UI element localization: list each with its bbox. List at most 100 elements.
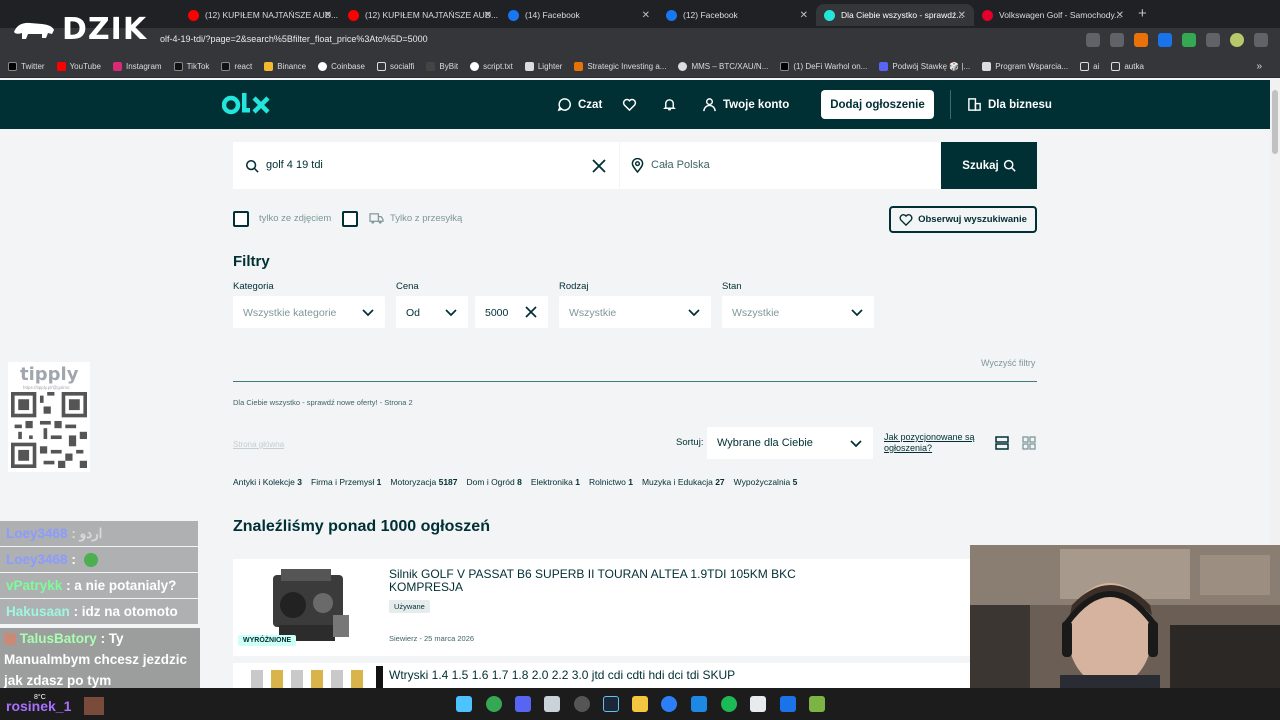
bookmark-item[interactable]: ByBit bbox=[426, 62, 458, 71]
notifications-button[interactable] bbox=[662, 80, 677, 129]
app-icon[interactable] bbox=[809, 696, 825, 712]
listing-card[interactable]: WYRÓŻNIONE Silnik GOLF V PASSAT B6 SUPER… bbox=[233, 559, 970, 656]
browser-tab[interactable]: Volkswagen Golf - Samochody... ✕ bbox=[974, 4, 1132, 26]
new-tab-button[interactable]: + bbox=[1138, 5, 1147, 22]
category-link[interactable]: Elektronika 1 bbox=[531, 477, 580, 487]
address-bar[interactable]: olf-4-19-tdi/?page=2&search%5Bfilter_flo… bbox=[0, 28, 1280, 56]
extension-icon[interactable] bbox=[1182, 33, 1196, 47]
nav-chat[interactable]: Czat bbox=[557, 80, 602, 129]
category-link[interactable]: Wypożyczalnia 5 bbox=[734, 477, 798, 487]
close-icon[interactable]: ✕ bbox=[958, 10, 966, 21]
category-select[interactable]: Wszystkie kategorie bbox=[233, 296, 385, 328]
category-link[interactable]: Muzyka i Edukacja 27 bbox=[642, 477, 725, 487]
prev-page-link[interactable]: Strona główna bbox=[233, 440, 284, 449]
category-link[interactable]: Dom i Ogród 8 bbox=[467, 477, 522, 487]
browser-tab[interactable]: (14) Facebook ✕ bbox=[500, 4, 658, 26]
browser-tab[interactable]: (12) KUPIŁEM NAJTAŃSZE AUD... ✕ bbox=[340, 4, 500, 26]
bookmark-item[interactable]: Lighter bbox=[524, 62, 562, 71]
bookmark-item[interactable]: Podwój Stawkę 🎲 |... bbox=[879, 62, 970, 71]
close-icon[interactable]: ✕ bbox=[642, 10, 650, 21]
bookmark-item[interactable]: MMS – BTC/XAU/N... bbox=[678, 62, 768, 71]
search-input[interactable]: golf 4 19 tdi bbox=[233, 142, 619, 189]
bookmark-item[interactable]: YouTube bbox=[56, 62, 101, 71]
bookmark-item[interactable]: Program Wsparcia... bbox=[982, 62, 1068, 71]
clear-search-icon[interactable] bbox=[592, 159, 606, 173]
location-pin-icon bbox=[631, 158, 644, 173]
app-icon[interactable] bbox=[661, 696, 677, 712]
puzzle-icon[interactable] bbox=[1206, 33, 1220, 47]
chat-badge-icon bbox=[4, 633, 16, 646]
extension-icon[interactable] bbox=[1134, 33, 1148, 47]
chrome-icon[interactable] bbox=[486, 696, 502, 712]
eye-off-icon[interactable] bbox=[1086, 33, 1100, 47]
bookmark-item[interactable]: TikTok bbox=[173, 62, 209, 71]
url-text[interactable]: olf-4-19-tdi/?page=2&search%5Bfilter_flo… bbox=[160, 34, 428, 44]
chevron-down-icon bbox=[688, 309, 700, 317]
clear-price-icon[interactable] bbox=[524, 305, 538, 319]
bookmark-item[interactable]: react bbox=[221, 62, 252, 71]
bookmark-folder[interactable]: ai bbox=[1080, 62, 1099, 71]
state-select[interactable]: Wszystkie bbox=[722, 296, 874, 328]
app-icon[interactable] bbox=[544, 696, 560, 712]
chevron-right-icon[interactable]: » bbox=[1256, 61, 1262, 72]
bookmark-item[interactable]: Strategic Investing a... bbox=[574, 62, 666, 71]
steam-icon[interactable] bbox=[603, 696, 619, 712]
browser-tab[interactable]: (12) KUPIŁEM NAJTAŃSZE AUD... ✕ bbox=[180, 4, 340, 26]
listing-photo[interactable] bbox=[241, 666, 383, 688]
category-link[interactable]: Antyki i Kolekcje 3 bbox=[233, 477, 302, 487]
bookmark-item[interactable]: Twitter bbox=[8, 62, 45, 71]
close-icon[interactable]: ✕ bbox=[800, 10, 808, 21]
bookmark-item[interactable]: script.txt bbox=[470, 62, 513, 71]
grid-view-icon[interactable] bbox=[1022, 436, 1036, 450]
close-icon[interactable]: ✕ bbox=[1116, 10, 1124, 21]
app-icon[interactable] bbox=[691, 696, 707, 712]
category-link[interactable]: Rolnictwo 1 bbox=[589, 477, 633, 487]
profile-avatar[interactable] bbox=[1230, 33, 1244, 47]
only-photo-checkbox[interactable] bbox=[233, 211, 249, 227]
listing-card[interactable]: Wtryski 1.4 1.5 1.6 1.7 1.8 2.0 2.2 3.0 … bbox=[233, 663, 970, 688]
app-icon[interactable] bbox=[750, 696, 766, 712]
category-link[interactable]: Firma i Przemysł 1 bbox=[311, 477, 381, 487]
globe-icon bbox=[678, 62, 688, 71]
clear-filters-link[interactable]: Wyczyść filtry bbox=[981, 358, 1035, 368]
listing-title[interactable]: Wtryski 1.4 1.5 1.6 1.7 1.8 2.0 2.2 3.0 … bbox=[389, 669, 809, 682]
bookmark-folder[interactable]: socialfi bbox=[376, 62, 414, 71]
account-button[interactable]: Twoje konto bbox=[702, 80, 789, 129]
bookmark-item[interactable]: Instagram bbox=[113, 62, 162, 71]
app-icon[interactable] bbox=[780, 696, 796, 712]
file-explorer-icon[interactable] bbox=[632, 696, 648, 712]
browser-tab-active[interactable]: Dla Ciebie wszystko - sprawdź... ✕ bbox=[816, 4, 974, 26]
how-positioned-link[interactable]: Jak pozycjonowane są ogłoszenia? bbox=[884, 432, 984, 454]
extension-icon[interactable] bbox=[1158, 33, 1172, 47]
browser-tab[interactable]: (12) Facebook ✕ bbox=[658, 4, 816, 26]
watch-search-button[interactable]: Obserwuj wyszukiwanie bbox=[889, 206, 1037, 233]
price-to-input[interactable]: 5000 bbox=[475, 296, 548, 328]
only-shipping-checkbox[interactable] bbox=[342, 211, 358, 227]
type-select[interactable]: Wszystkie bbox=[559, 296, 711, 328]
scrollbar-thumb[interactable] bbox=[1272, 90, 1278, 154]
close-icon[interactable]: ✕ bbox=[484, 10, 492, 21]
spotify-icon[interactable] bbox=[721, 696, 737, 712]
listing-title[interactable]: Silnik GOLF V PASSAT B6 SUPERB II TOURAN… bbox=[389, 568, 809, 594]
search-button[interactable]: Szukaj bbox=[941, 142, 1037, 189]
favorites-button[interactable] bbox=[622, 80, 637, 129]
olx-logo[interactable] bbox=[222, 91, 274, 119]
sort-select[interactable]: Wybrane dla Ciebie bbox=[707, 427, 873, 459]
discord-icon[interactable] bbox=[515, 696, 531, 712]
bookmark-folder[interactable]: autka bbox=[1111, 62, 1144, 71]
category-link[interactable]: Motoryzacja 5187 bbox=[390, 477, 457, 487]
windows-start-icon[interactable] bbox=[456, 696, 472, 712]
tiktok-icon bbox=[221, 62, 231, 71]
add-listing-button[interactable]: Dodaj ogłoszenie bbox=[821, 90, 934, 119]
list-view-icon[interactable] bbox=[995, 436, 1009, 450]
menu-icon[interactable] bbox=[1254, 33, 1268, 47]
price-from-select[interactable]: Od bbox=[396, 296, 468, 328]
obs-icon[interactable] bbox=[574, 696, 590, 712]
star-icon[interactable] bbox=[1110, 33, 1124, 47]
location-input[interactable]: Cała Polska bbox=[620, 142, 941, 189]
bookmark-item[interactable]: (1) DeFi Warhol on... bbox=[780, 62, 867, 71]
bookmark-item[interactable]: Coinbase bbox=[318, 62, 365, 71]
business-button[interactable]: Dla biznesu bbox=[967, 80, 1052, 129]
bookmark-item[interactable]: Binance bbox=[264, 62, 306, 71]
close-icon[interactable]: ✕ bbox=[324, 10, 332, 21]
